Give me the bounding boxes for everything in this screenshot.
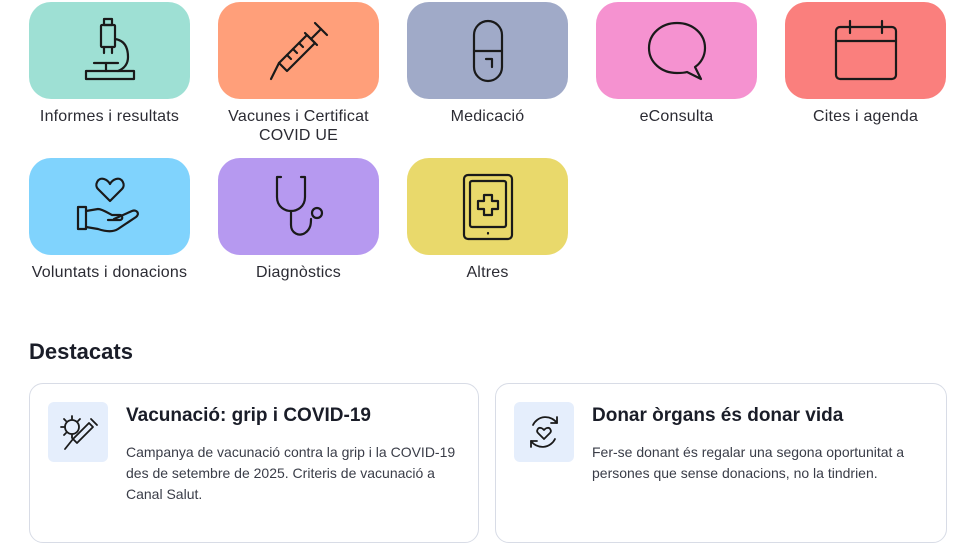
tile-icon-box [218,158,379,255]
microscope-icon [84,17,135,80]
tile-voluntats-donacions[interactable]: Voluntats i donacions [29,158,190,282]
card-title: Vacunació: grip i COVID-19 [126,405,371,426]
tile-econsulta[interactable]: eConsulta [596,2,757,126]
tile-icon-box [29,2,190,99]
stethoscope-icon [275,175,323,236]
tile-icon-box [407,2,568,99]
heart-hand-icon [76,177,139,232]
heart-cycle-icon [530,416,558,448]
virus-syringe-icon [60,415,98,450]
tile-informes-resultats[interactable]: Informes i resultats [29,2,190,126]
tile-icon-box [218,2,379,99]
card-description: Fer-se donant és regalar una segona opor… [592,444,905,481]
tile-label: Diagnòstics [256,264,341,281]
card-title: Donar òrgans és donar vida [592,405,844,426]
tile-label: Altres [466,264,509,281]
tile-icon-box [29,158,190,255]
chat-bubble-icon [647,21,706,80]
tile-label: Voluntats i donacions [31,264,188,281]
pill-icon [472,19,503,82]
tile-diagnostics[interactable]: Diagnòstics [218,158,379,282]
card-description: Campanya de vacunació contra la grip i l… [126,444,456,502]
highlight-card-vacunacio[interactable]: Vacunació: grip i COVID-19 Campanya de v… [29,383,479,543]
card-thumbnail [48,402,108,462]
syringe-icon [269,21,328,80]
tile-vacunes-certificat[interactable]: Vacunes i Certificat COVID UE [218,2,379,145]
section-title-destacats: Destacats [29,339,133,364]
tile-altres[interactable]: Altres [407,158,568,282]
tile-icon-box [407,158,568,255]
tablet-cross-icon [462,173,513,240]
tile-icon-box [785,2,946,99]
tile-medicacio[interactable]: Medicació [407,2,568,126]
tile-label: Cites i agenda [812,108,919,125]
calendar-icon [834,19,897,80]
tile-icon-box [596,2,757,99]
tile-label: Vacunes i Certificat COVID UE [228,108,369,144]
highlight-card-donar-organs[interactable]: Donar òrgans és donar vida Fer-se donant… [495,383,947,543]
tile-label: eConsulta [639,108,714,125]
tile-cites-agenda[interactable]: Cites i agenda [785,2,946,126]
card-thumbnail [514,402,574,462]
tile-label: Medicació [450,108,525,125]
tile-label: Informes i resultats [39,108,180,125]
